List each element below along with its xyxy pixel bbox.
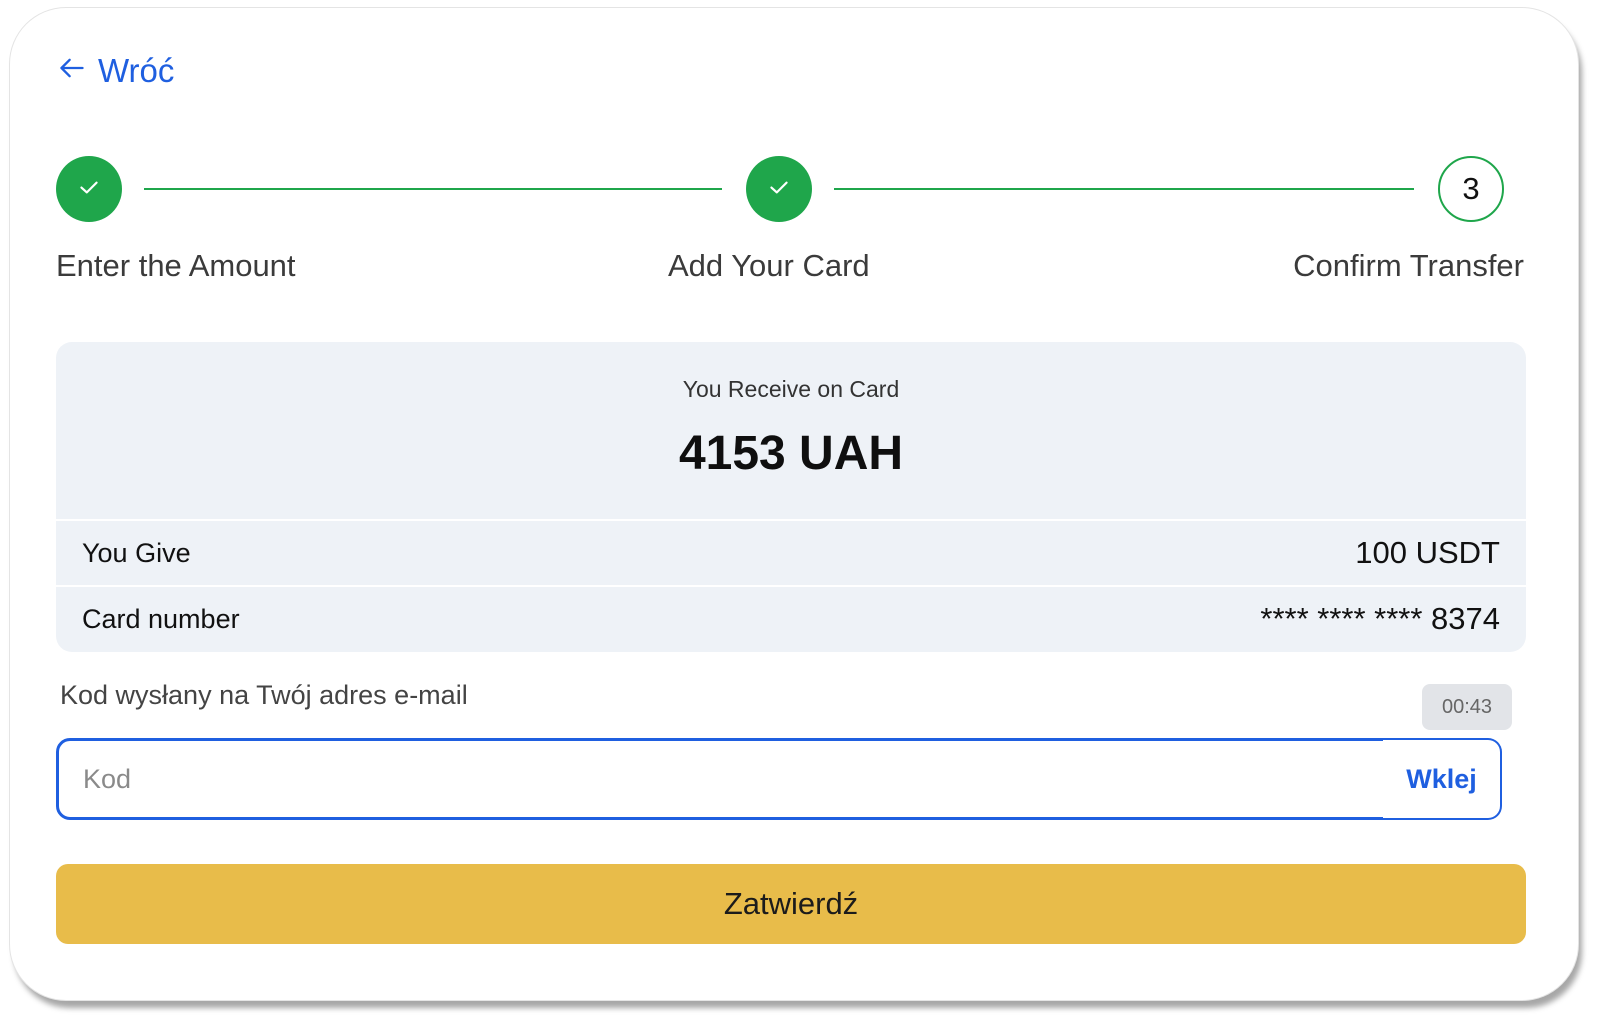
step-2-label: Add Your Card bbox=[668, 248, 870, 283]
step-connector-1 bbox=[144, 188, 722, 190]
step-2-circle bbox=[746, 156, 812, 222]
step-connector-2 bbox=[834, 188, 1414, 190]
code-sent-label: Kod wysłany na Twój adres e-mail bbox=[60, 680, 468, 710]
summary-row-key: You Give bbox=[82, 537, 191, 568]
check-icon bbox=[76, 174, 102, 205]
transfer-summary: You Receive on Card 4153 UAH You Give 10… bbox=[56, 342, 1526, 652]
step-3-circle: 3 bbox=[1438, 156, 1504, 222]
step-3-label: Confirm Transfer bbox=[1293, 248, 1524, 283]
back-link[interactable]: Wróć bbox=[58, 52, 174, 90]
transfer-card: Wróć 3 Enter the Amount Add Your Card Co… bbox=[10, 8, 1578, 1000]
paste-button[interactable]: Wklej bbox=[1383, 738, 1502, 820]
arrow-left-icon bbox=[58, 52, 86, 90]
summary-row-you-give: You Give 100 USDT bbox=[56, 519, 1526, 585]
summary-row-value: **** **** **** 8374 bbox=[1260, 601, 1500, 636]
resend-timer: 00:43 bbox=[1422, 684, 1512, 730]
receive-amount: 4153 UAH bbox=[678, 427, 904, 480]
confirm-button[interactable]: Zatwierdź bbox=[56, 864, 1526, 944]
step-3-number: 3 bbox=[1462, 171, 1480, 206]
summary-row-key: Card number bbox=[82, 603, 240, 634]
step-1-label: Enter the Amount bbox=[56, 248, 296, 283]
back-label: Wróć bbox=[98, 52, 175, 89]
step-1-circle bbox=[56, 156, 122, 222]
summary-row-value: 100 USDT bbox=[1355, 535, 1500, 570]
receive-label: You Receive on Card bbox=[682, 376, 900, 402]
progress-stepper: 3 Enter the Amount Add Your Card Confirm… bbox=[56, 156, 1524, 296]
summary-row-card-number: Card number **** **** **** 8374 bbox=[56, 585, 1526, 651]
verification-code-input[interactable] bbox=[56, 738, 1386, 820]
check-icon bbox=[766, 174, 792, 205]
